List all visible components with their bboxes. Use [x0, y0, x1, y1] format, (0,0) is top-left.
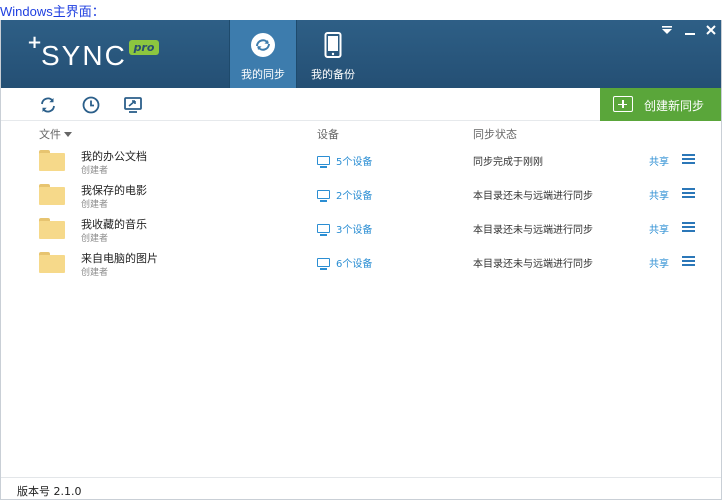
share-button[interactable]: 共享: [649, 187, 669, 202]
device-count: 3个设备: [336, 225, 373, 236]
logo-plus: +: [27, 32, 43, 53]
sync-status: 同步完成于刚刚: [473, 157, 543, 168]
tab-my-backup-label: 我的备份: [311, 68, 355, 81]
share-button[interactable]: 共享: [649, 153, 669, 168]
list-item[interactable]: 我保存的电影 创建者 2个设备 本目录还未与远端进行同步 共享: [1, 177, 721, 211]
folder-icon: [39, 184, 65, 205]
device-count-link[interactable]: 5个设备: [317, 153, 372, 168]
header-bar: + SYNC pro 我的同步 我的备份: [1, 20, 721, 88]
list-item[interactable]: 我的办公文档 创建者 5个设备 同步完成于刚刚 共享: [1, 143, 721, 177]
device-count-link[interactable]: 2个设备: [317, 187, 372, 202]
share-button[interactable]: 共享: [649, 255, 669, 270]
hamburger-menu-icon[interactable]: [682, 154, 695, 164]
close-icon[interactable]: [703, 24, 719, 40]
version-label: 版本号 2.1.0: [17, 485, 82, 498]
status-bar: 版本号 2.1.0: [1, 477, 721, 499]
folder-name: 我的办公文档: [81, 150, 147, 163]
column-header-status: 同步状态: [473, 128, 517, 141]
logo-text: SYNC: [41, 40, 127, 71]
add-icon: [613, 96, 633, 112]
hamburger-menu-icon[interactable]: [682, 222, 695, 232]
clock-icon[interactable]: [81, 95, 101, 115]
sort-down-icon: [64, 132, 72, 137]
monitor-icon: [317, 190, 330, 202]
device-count: 5个设备: [336, 157, 373, 168]
sync-status: 本目录还未与远端进行同步: [473, 259, 593, 270]
folder-icon: [39, 252, 65, 273]
monitor-icon: [317, 156, 330, 168]
folder-name: 我收藏的音乐: [81, 218, 147, 231]
column-header-file[interactable]: 文件: [39, 126, 72, 142]
sync-status: 本目录还未与远端进行同步: [473, 225, 593, 236]
app-logo: + SYNC pro: [23, 32, 183, 74]
folder-icon: [39, 218, 65, 239]
device-count-link[interactable]: 6个设备: [317, 255, 372, 270]
sync-status: 本目录还未与远端进行同步: [473, 191, 593, 202]
monitor-icon: [317, 224, 330, 236]
monitor-icon: [317, 258, 330, 270]
create-new-sync-button[interactable]: 创建新同步: [600, 88, 721, 121]
hamburger-menu-icon[interactable]: [682, 188, 695, 198]
folder-icon: [39, 150, 65, 171]
toolbar: 创建新同步: [1, 88, 721, 121]
folder-name: 我保存的电影: [81, 184, 147, 197]
list-item[interactable]: 来自电脑的图片 创建者 6个设备 本目录还未与远端进行同步 共享: [1, 245, 721, 279]
phone-icon: [324, 32, 342, 61]
dropdown-icon[interactable]: [659, 24, 675, 40]
folder-role: 创建者: [81, 200, 109, 210]
tab-my-sync[interactable]: 我的同步: [229, 20, 297, 88]
create-new-sync-label: 创建新同步: [644, 99, 705, 113]
folder-name: 来自电脑的图片: [81, 252, 158, 265]
folder-role: 创建者: [81, 166, 109, 176]
hamburger-menu-icon[interactable]: [682, 256, 695, 266]
monitor-sync-icon[interactable]: [123, 95, 143, 115]
refresh-icon[interactable]: [38, 95, 58, 115]
list-item[interactable]: 我收藏的音乐 创建者 3个设备 本目录还未与远端进行同步 共享: [1, 211, 721, 245]
folder-role: 创建者: [81, 234, 109, 244]
tab-my-sync-label: 我的同步: [241, 68, 285, 81]
page-caption: Windows主界面：: [0, 4, 105, 19]
device-count: 6个设备: [336, 259, 373, 270]
column-file-label: 文件: [39, 128, 61, 141]
device-count: 2个设备: [336, 191, 373, 202]
pro-badge: pro: [129, 40, 159, 55]
column-header-devices: 设备: [317, 128, 339, 141]
device-count-link[interactable]: 3个设备: [317, 221, 372, 236]
share-button[interactable]: 共享: [649, 221, 669, 236]
tab-my-backup[interactable]: 我的备份: [299, 20, 367, 88]
folder-role: 创建者: [81, 268, 109, 278]
cloud-sync-icon: [248, 32, 278, 61]
app-window: + SYNC pro 我的同步 我的备份 创建新同步 文件 设备 同步状态 我的…: [0, 20, 722, 500]
minimize-icon[interactable]: [682, 24, 698, 40]
